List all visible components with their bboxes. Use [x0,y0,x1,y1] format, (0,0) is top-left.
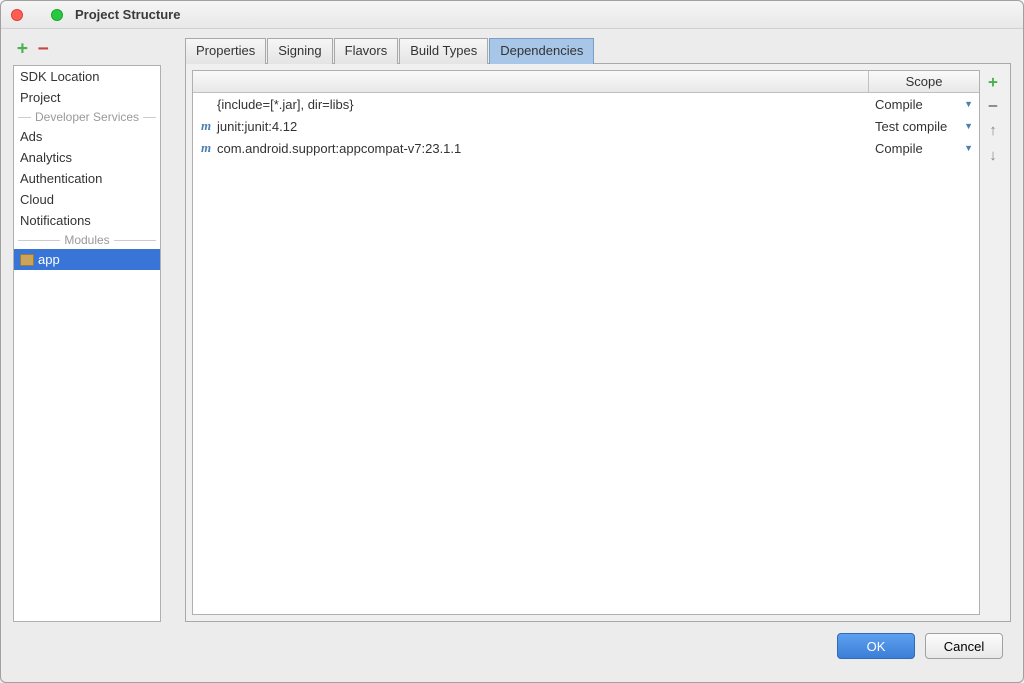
dependency-row[interactable]: m com.android.support:appcompat-v7:23.1.… [193,137,979,159]
dependencies-table: Scope {include=[*.jar], dir=libs} Compil… [192,70,980,615]
sidebar-item-sdk-location[interactable]: SDK Location [14,66,160,87]
tab-body: Scope {include=[*.jar], dir=libs} Compil… [185,63,1011,622]
maven-icon: m [199,118,213,134]
sidebar-divider-modules: Modules [14,231,160,249]
tab-flavors[interactable]: Flavors [334,38,399,64]
scope-value: Compile [875,97,923,112]
dependency-tools: + − ↑ ↓ [982,70,1004,615]
main-row: + − SDK Location Project Developer Servi… [13,37,1011,622]
dependency-row[interactable]: m junit:junit:4.12 Test compile ▼ [193,115,979,137]
dialog-footer: OK Cancel [13,622,1011,670]
tab-signing[interactable]: Signing [267,38,332,64]
scope-dropdown[interactable]: Compile ▼ [869,97,979,112]
add-dependency-button[interactable]: + [988,74,998,90]
sidebar-item-project[interactable]: Project [14,87,160,108]
add-module-button[interactable]: + [17,40,28,58]
window-title: Project Structure [75,7,180,22]
chevron-down-icon: ▼ [964,99,973,109]
sidebar-resize-handle[interactable] [171,37,175,622]
tab-properties[interactable]: Properties [185,38,266,64]
sidebar-list: SDK Location Project Developer Services … [13,65,161,622]
project-structure-window: Project Structure + − SDK Location Proje… [0,0,1024,683]
dependencies-rows: {include=[*.jar], dir=libs} Compile ▼ m [193,93,979,614]
close-window-button[interactable] [11,9,23,21]
sidebar-divider-developer-services: Developer Services [14,108,160,126]
window-controls [11,9,63,21]
dependency-name: {include=[*.jar], dir=libs} [217,97,354,112]
sidebar-item-app[interactable]: app [14,249,160,270]
content-area: + − SDK Location Project Developer Servi… [1,29,1023,682]
scope-value: Test compile [875,119,947,134]
move-up-button[interactable]: ↑ [989,122,997,139]
move-down-button[interactable]: ↓ [989,147,997,164]
header-dependency[interactable] [193,71,869,92]
sidebar: + − SDK Location Project Developer Servi… [13,37,161,622]
remove-module-button[interactable]: − [38,40,49,58]
sidebar-item-label: app [38,252,60,267]
sidebar-item-analytics[interactable]: Analytics [14,147,160,168]
scope-dropdown[interactable]: Test compile ▼ [869,119,979,134]
tab-build-types[interactable]: Build Types [399,38,488,64]
module-folder-icon [20,254,34,266]
scope-dropdown[interactable]: Compile ▼ [869,141,979,156]
dependencies-header: Scope [193,71,979,93]
chevron-down-icon: ▼ [964,121,973,131]
tab-dependencies[interactable]: Dependencies [489,38,594,64]
sidebar-item-ads[interactable]: Ads [14,126,160,147]
dependency-row[interactable]: {include=[*.jar], dir=libs} Compile ▼ [193,93,979,115]
chevron-down-icon: ▼ [964,143,973,153]
sidebar-item-authentication[interactable]: Authentication [14,168,160,189]
right-pane: Properties Signing Flavors Build Types D… [185,37,1011,622]
sidebar-item-cloud[interactable]: Cloud [14,189,160,210]
sidebar-toolbar: + − [13,37,161,61]
header-scope[interactable]: Scope [869,71,979,92]
dependency-name: com.android.support:appcompat-v7:23.1.1 [217,141,461,156]
sidebar-item-notifications[interactable]: Notifications [14,210,160,231]
dependency-name: junit:junit:4.12 [217,119,297,134]
titlebar: Project Structure [1,1,1023,29]
scope-value: Compile [875,141,923,156]
ok-button[interactable]: OK [837,633,915,659]
maven-icon: m [199,140,213,156]
remove-dependency-button[interactable]: − [988,98,998,114]
tabs: Properties Signing Flavors Build Types D… [185,37,1011,63]
cancel-button[interactable]: Cancel [925,633,1003,659]
zoom-window-button[interactable] [51,9,63,21]
